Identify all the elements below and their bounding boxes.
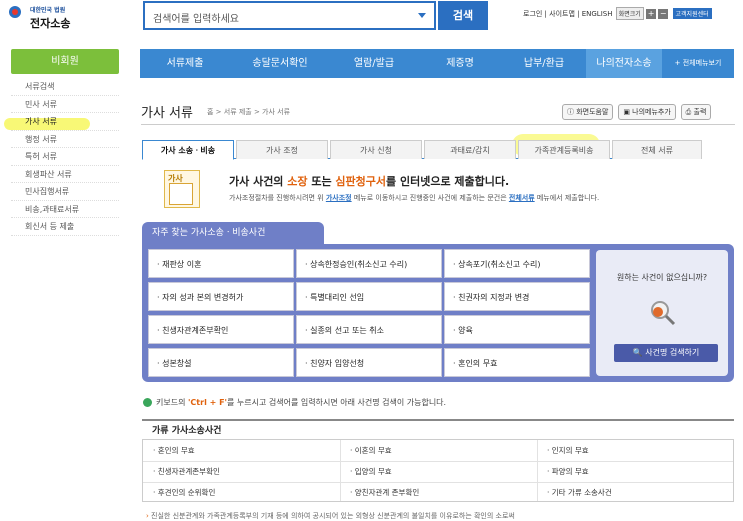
case-link[interactable]: · 혼인의 무효 xyxy=(444,348,590,377)
page-tools: ⓘ 화면도움말 ▣ 나의메뉴추가 ⎙ 출력 xyxy=(560,104,712,120)
intro-heading: 가사 사건의 소장 또는 심판청구서를 인터넷으로 제출합니다. xyxy=(229,175,510,188)
sidebar-item-family[interactable]: 가사 서류 xyxy=(11,113,119,131)
sidebar-item-patent[interactable]: 특허 서류 xyxy=(11,148,119,166)
sidebar-item-bankruptcy[interactable]: 회생파산 서류 xyxy=(11,166,119,183)
sidebar-item-document-search[interactable]: 서류검색 xyxy=(11,78,119,96)
sidebar-item-non-contentious[interactable]: 비송,과태료서류 xyxy=(11,201,119,218)
case-name-search-button[interactable]: 🔍 사건명 검색하기 xyxy=(614,344,718,362)
case-link[interactable]: · 양육 xyxy=(444,315,590,344)
case-link[interactable]: · 상속포기(취소신고 수리) xyxy=(444,249,590,278)
support-center-button[interactable]: 고객지원센터 xyxy=(672,8,712,19)
case-link[interactable]: · 친권자의 지정과 변경 xyxy=(444,282,590,311)
table-cell[interactable]: · 친생자관계존부확인 xyxy=(143,461,340,482)
sidebar-item-civil[interactable]: 민사 서류 xyxy=(11,96,119,113)
nav-submit-documents[interactable]: 서류제출 xyxy=(140,49,230,78)
frequent-cases-title: 자주 찾는 가사소송ㆍ비송사건 xyxy=(142,222,324,244)
dropdown-arrow-icon[interactable] xyxy=(418,13,426,18)
sidebar-item-administrative[interactable]: 행정 서류 xyxy=(11,131,119,148)
nav-my-ecourt[interactable]: 나의전자소송 xyxy=(586,49,662,78)
main-nav: 서류제출 송달문서확인 열람/발급 제증명 납부/환급 나의전자소송 + 전체메… xyxy=(140,49,734,78)
tab-family-litigation[interactable]: 가사 소송ㆍ비송 xyxy=(142,140,234,160)
sidebar-menu: 서류검색 민사 서류 가사 서류 행정 서류 특허 서류 회생파산 서류 민사집… xyxy=(11,78,119,236)
tab-fine-detention[interactable]: 과태료/감치 xyxy=(424,140,516,159)
login-link[interactable]: 로그인 xyxy=(523,10,542,18)
tab-family-application[interactable]: 가사 신청 xyxy=(330,140,422,159)
table-cell[interactable]: · 파양의 무효 xyxy=(537,461,733,482)
nav-all-menu[interactable]: + 전체메뉴보기 xyxy=(662,49,734,78)
help-label: 화면도움말 xyxy=(576,108,609,116)
intro-description: 가사조정절차를 진행하시려면 위 가사조정 메뉴로 이동하시고 진행중인 사건에… xyxy=(229,194,600,202)
screen-size-label: 화면크기 xyxy=(615,7,644,20)
footer-note: › 진실한 신분관계와 가족관계등록부의 기재 등에 의하여 공시되어 있는 외… xyxy=(146,512,515,520)
tab-family-registration[interactable]: 가족관계등록비송 xyxy=(518,140,610,159)
search-placeholder: 검색어를 입력하세요 xyxy=(153,14,239,25)
case-link[interactable]: · 성본창설 xyxy=(148,348,294,377)
case-table: · 혼인의 무효 · 이혼의 무효 · 인지의 무효 · 친생자관계존부확인 ·… xyxy=(142,439,734,502)
tab-all-documents[interactable]: 전체 서류 xyxy=(612,140,702,159)
all-documents-link[interactable]: 전체서류 xyxy=(509,194,535,202)
nav-service-check[interactable]: 송달문서확인 xyxy=(230,49,330,78)
tab-family-mediation[interactable]: 가사 조정 xyxy=(236,140,328,159)
print-button[interactable]: ⎙ 출력 xyxy=(680,104,712,120)
search-tip: 키보드의 'Ctrl + F'를 누르시고 검색어를 입력하시면 아래 사건명 … xyxy=(143,397,446,408)
logo-title: 전자소송 xyxy=(30,17,71,30)
case-link[interactable]: · 친생자관계존부확인 xyxy=(148,315,294,344)
sidebar-item-reply-submission[interactable]: 회신서 등 제출 xyxy=(11,218,119,236)
breadcrumb: 홈 > 서류 제출 > 가사 서류 xyxy=(207,108,291,116)
table-cell[interactable]: · 혼인의 무효 xyxy=(143,440,340,461)
case-search-question: 원하는 사건이 없으십니까? xyxy=(616,273,708,282)
table-cell[interactable]: · 양친자관계 존부확인 xyxy=(340,482,537,503)
sitemap-link[interactable]: 사이트맵 xyxy=(549,10,575,18)
case-link[interactable]: · 재판상 이혼 xyxy=(148,249,294,278)
english-link[interactable]: ENGLISH xyxy=(582,10,613,18)
zoom-out-button[interactable]: − xyxy=(658,9,669,19)
table-cell[interactable]: · 인지의 무효 xyxy=(537,440,733,461)
case-link[interactable]: · 실종의 선고 또는 취소 xyxy=(296,315,442,344)
sidebar-item-civil-execution[interactable]: 민사집행서류 xyxy=(11,183,119,201)
add-my-menu-label: 나의메뉴추가 xyxy=(632,108,671,116)
family-document-icon: 가사 xyxy=(164,170,200,208)
search-button[interactable]: 검색 xyxy=(438,1,488,30)
utility-links: 로그인 | 사이트맵 | ENGLISH 화면크기 + − 고객지원센터 xyxy=(523,7,739,21)
arrow-icon: › xyxy=(146,512,149,520)
help-button[interactable]: ⓘ 화면도움말 xyxy=(562,104,614,120)
nav-all-menu-label: 전체메뉴보기 xyxy=(682,59,722,67)
case-search-box: 원하는 사건이 없으십니까? 🔍 사건명 검색하기 xyxy=(596,250,728,376)
nav-payment-refund[interactable]: 납부/환급 xyxy=(502,49,586,78)
search-input[interactable]: 검색어를 입력하세요 xyxy=(143,1,436,30)
case-link[interactable]: · 자의 성과 본의 변경허가 xyxy=(148,282,294,311)
mediation-link[interactable]: 가사조정 xyxy=(326,194,352,202)
nav-view-issue[interactable]: 열람/발급 xyxy=(330,49,418,78)
court-logo[interactable]: 대한민국 법원 전자소송 xyxy=(8,3,98,31)
zoom-in-button[interactable]: + xyxy=(646,9,657,19)
table-cell[interactable]: · 기타 가류 소송사건 xyxy=(537,482,733,503)
divider xyxy=(141,124,735,125)
info-icon xyxy=(143,398,152,407)
nav-certificates[interactable]: 제증명 xyxy=(418,49,502,78)
page-title: 가사 서류 xyxy=(141,106,193,121)
sidebar-title: 비회원 xyxy=(11,49,119,74)
print-label: 출력 xyxy=(693,108,707,116)
case-link[interactable]: · 친양자 입양선청 xyxy=(296,348,442,377)
table-cell[interactable]: · 후견인의 순위확인 xyxy=(143,482,340,503)
plus-icon: + xyxy=(674,59,681,67)
table-cell[interactable]: · 입양의 무효 xyxy=(340,461,537,482)
logo-subtitle: 대한민국 법원 xyxy=(30,7,66,14)
magnifier-icon xyxy=(651,301,676,326)
case-link[interactable]: · 상속한정승인(취소신고 수리) xyxy=(296,249,442,278)
tab-bar: 가사 소송ㆍ비송 가사 조정 가사 신청 과태료/감치 가족관계등록비송 전체 … xyxy=(142,140,702,160)
add-my-menu-button[interactable]: ▣ 나의메뉴추가 xyxy=(618,104,676,120)
table-cell[interactable]: · 이혼의 무효 xyxy=(340,440,537,461)
section-title: 가류 가사소송사건 xyxy=(142,419,734,439)
case-link[interactable]: · 특별대리인 선임 xyxy=(296,282,442,311)
court-emblem-icon xyxy=(9,6,21,18)
